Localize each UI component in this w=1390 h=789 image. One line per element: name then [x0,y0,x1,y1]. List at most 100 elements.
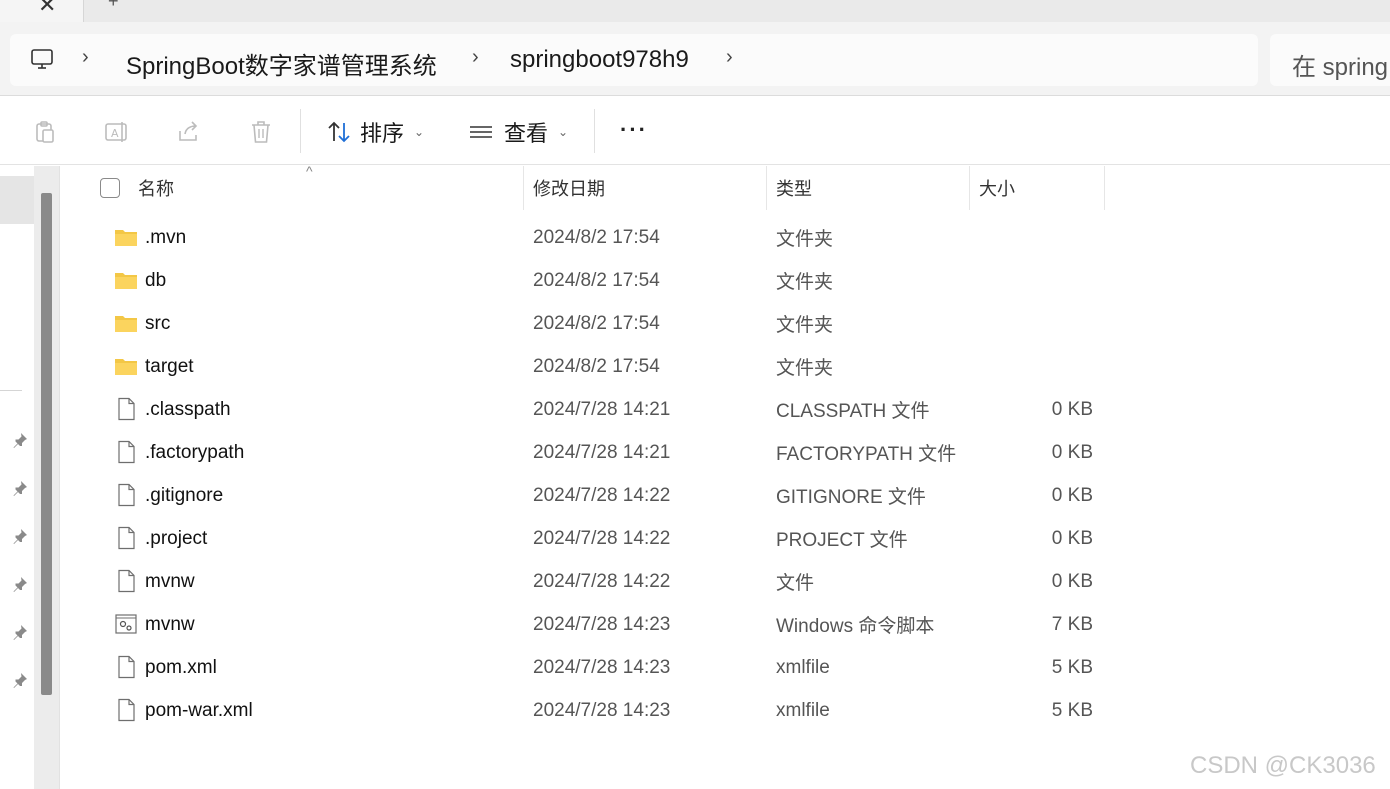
file-modified: 2024/7/28 14:22 [533,527,671,549]
nav-scrollbar-thumb[interactable] [41,193,52,695]
file-row[interactable]: target 2024/8/2 17:54 文件夹 [62,345,1390,388]
file-icon [114,483,138,507]
new-tab-icon[interactable]: + [108,0,119,12]
file-name: target [145,355,194,377]
paste-icon[interactable] [32,119,58,145]
file-row[interactable]: pom-war.xml 2024/7/28 14:23 xmlfile 5 KB [62,689,1390,732]
nav-scrollbar[interactable] [34,166,60,789]
folder-icon [114,311,138,335]
file-size: 0 KB [1051,441,1093,463]
pin-icon[interactable] [12,432,28,448]
file-size: 0 KB [1051,484,1093,506]
pin-icon[interactable] [12,624,28,640]
chevron-right-icon[interactable]: › [472,46,479,69]
navigation-pane [0,166,34,789]
file-size [1002,302,1093,345]
command-bar: A 排序 ⌄ 查看 ⌄ ··· [0,97,1390,165]
file-modified: 2024/7/28 14:21 [533,398,671,420]
file-row[interactable]: .mvn 2024/8/2 17:54 文件夹 [62,216,1390,259]
search-input[interactable]: 在 spring [1270,34,1390,86]
file-type: 文件夹 [776,272,834,293]
close-tab-icon[interactable]: ✕ [38,0,56,18]
file-icon [114,526,138,550]
watermark: CSDN @CK3036 [1190,752,1376,779]
breadcrumb-item-project[interactable]: SpringBoot数字家谱管理系统 [126,46,437,81]
pin-icon[interactable] [12,480,28,496]
tab-current[interactable]: ✕ [0,0,84,22]
more-options-button[interactable]: ··· [620,117,648,143]
file-icon [114,397,138,421]
column-header-size[interactable]: 大小 [969,166,1104,210]
file-row[interactable]: .gitignore 2024/7/28 14:22 GITIGNORE 文件 0 K… [62,474,1390,517]
pin-icon[interactable] [12,672,28,688]
view-icon [470,126,492,138]
view-label: 查看 [504,121,549,146]
file-type: Windows 命令脚本 [776,616,935,637]
file-row[interactable]: .classpath 2024/7/28 14:21 CLASSPATH 文件 0 K… [62,388,1390,431]
view-button[interactable]: 查看 ⌄ [468,117,568,147]
file-row[interactable]: mvnw 2024/7/28 14:23 Windows 命令脚本 7 KB [62,603,1390,646]
file-type: 文件夹 [776,315,834,336]
select-all-checkbox[interactable] [100,178,120,198]
file-size [1002,345,1093,388]
column-header-modified[interactable]: 修改日期 [523,166,766,210]
rename-icon[interactable]: A [104,119,130,145]
file-icon [114,440,138,464]
file-modified: 2024/7/28 14:23 [533,656,671,678]
file-type: CLASSPATH 文件 [776,401,930,422]
file-type: PROJECT 文件 [776,530,908,551]
file-row[interactable]: src 2024/8/2 17:54 文件夹 [62,302,1390,345]
file-type: 文件夹 [776,358,834,379]
chevron-down-icon: ⌄ [558,125,569,139]
file-type: GITIGNORE 文件 [776,487,926,508]
file-modified: 2024/7/28 14:23 [533,699,671,721]
file-modified: 2024/8/2 17:54 [533,269,660,291]
file-modified: 2024/7/28 14:21 [533,441,671,463]
breadcrumb[interactable]: › SpringBoot数字家谱管理系统 › springboot978h9 › [10,34,1258,86]
file-size: 0 KB [1051,570,1093,592]
pin-icon[interactable] [12,576,28,592]
share-icon[interactable] [176,119,202,145]
file-row[interactable]: db 2024/8/2 17:54 文件夹 [62,259,1390,302]
file-size: 5 KB [1051,656,1093,678]
file-name: mvnw [145,613,195,635]
chevron-down-icon: ⌄ [414,125,425,139]
file-size: 5 KB [1051,699,1093,721]
file-row[interactable]: pom.xml 2024/7/28 14:23 xmlfile 5 KB [62,646,1390,689]
chevron-right-icon[interactable]: › [82,46,89,69]
svg-text:A: A [111,127,119,140]
file-modified: 2024/7/28 14:22 [533,570,671,592]
chevron-right-icon[interactable]: › [726,46,733,69]
folder-icon [114,225,138,249]
file-list-header: ^ 名称 修改日期 类型 大小 [62,163,1390,210]
file-size: 7 KB [1051,613,1093,635]
file-row[interactable]: mvnw 2024/7/28 14:22 文件 0 KB [62,560,1390,603]
column-header-name[interactable]: 名称 [128,166,523,210]
file-name: db [145,269,167,291]
file-size [1002,216,1093,259]
folder-icon [114,268,138,292]
file-row[interactable]: .project 2024/7/28 14:22 PROJECT 文件 0 KB [62,517,1390,560]
column-header-type[interactable]: 类型 [766,166,969,210]
file-modified: 2024/8/2 17:54 [533,355,660,377]
file-row[interactable]: .factorypath 2024/7/28 14:21 FACTORYPATH 文… [62,431,1390,474]
file-name: .classpath [145,398,231,420]
sort-button[interactable]: 排序 ⌄ [326,117,424,147]
file-name: .gitignore [145,484,224,506]
breadcrumb-item-folder[interactable]: springboot978h9 [510,46,689,74]
file-name: mvnw [145,570,195,592]
file-size: 0 KB [1051,527,1093,549]
file-icon [114,569,138,593]
nav-item-selected[interactable] [0,176,34,224]
computer-icon[interactable] [30,47,54,71]
file-size: 0 KB [1051,398,1093,420]
file-modified: 2024/8/2 17:54 [533,226,660,248]
file-name: pom-war.xml [145,699,253,721]
file-icon [114,698,138,722]
file-modified: 2024/7/28 14:22 [533,484,671,506]
delete-icon[interactable] [248,119,274,145]
address-bar-row: › SpringBoot数字家谱管理系统 › springboot978h9 ›… [0,22,1390,96]
nav-divider [0,390,22,391]
pin-icon[interactable] [12,528,28,544]
file-name: .project [145,527,208,549]
